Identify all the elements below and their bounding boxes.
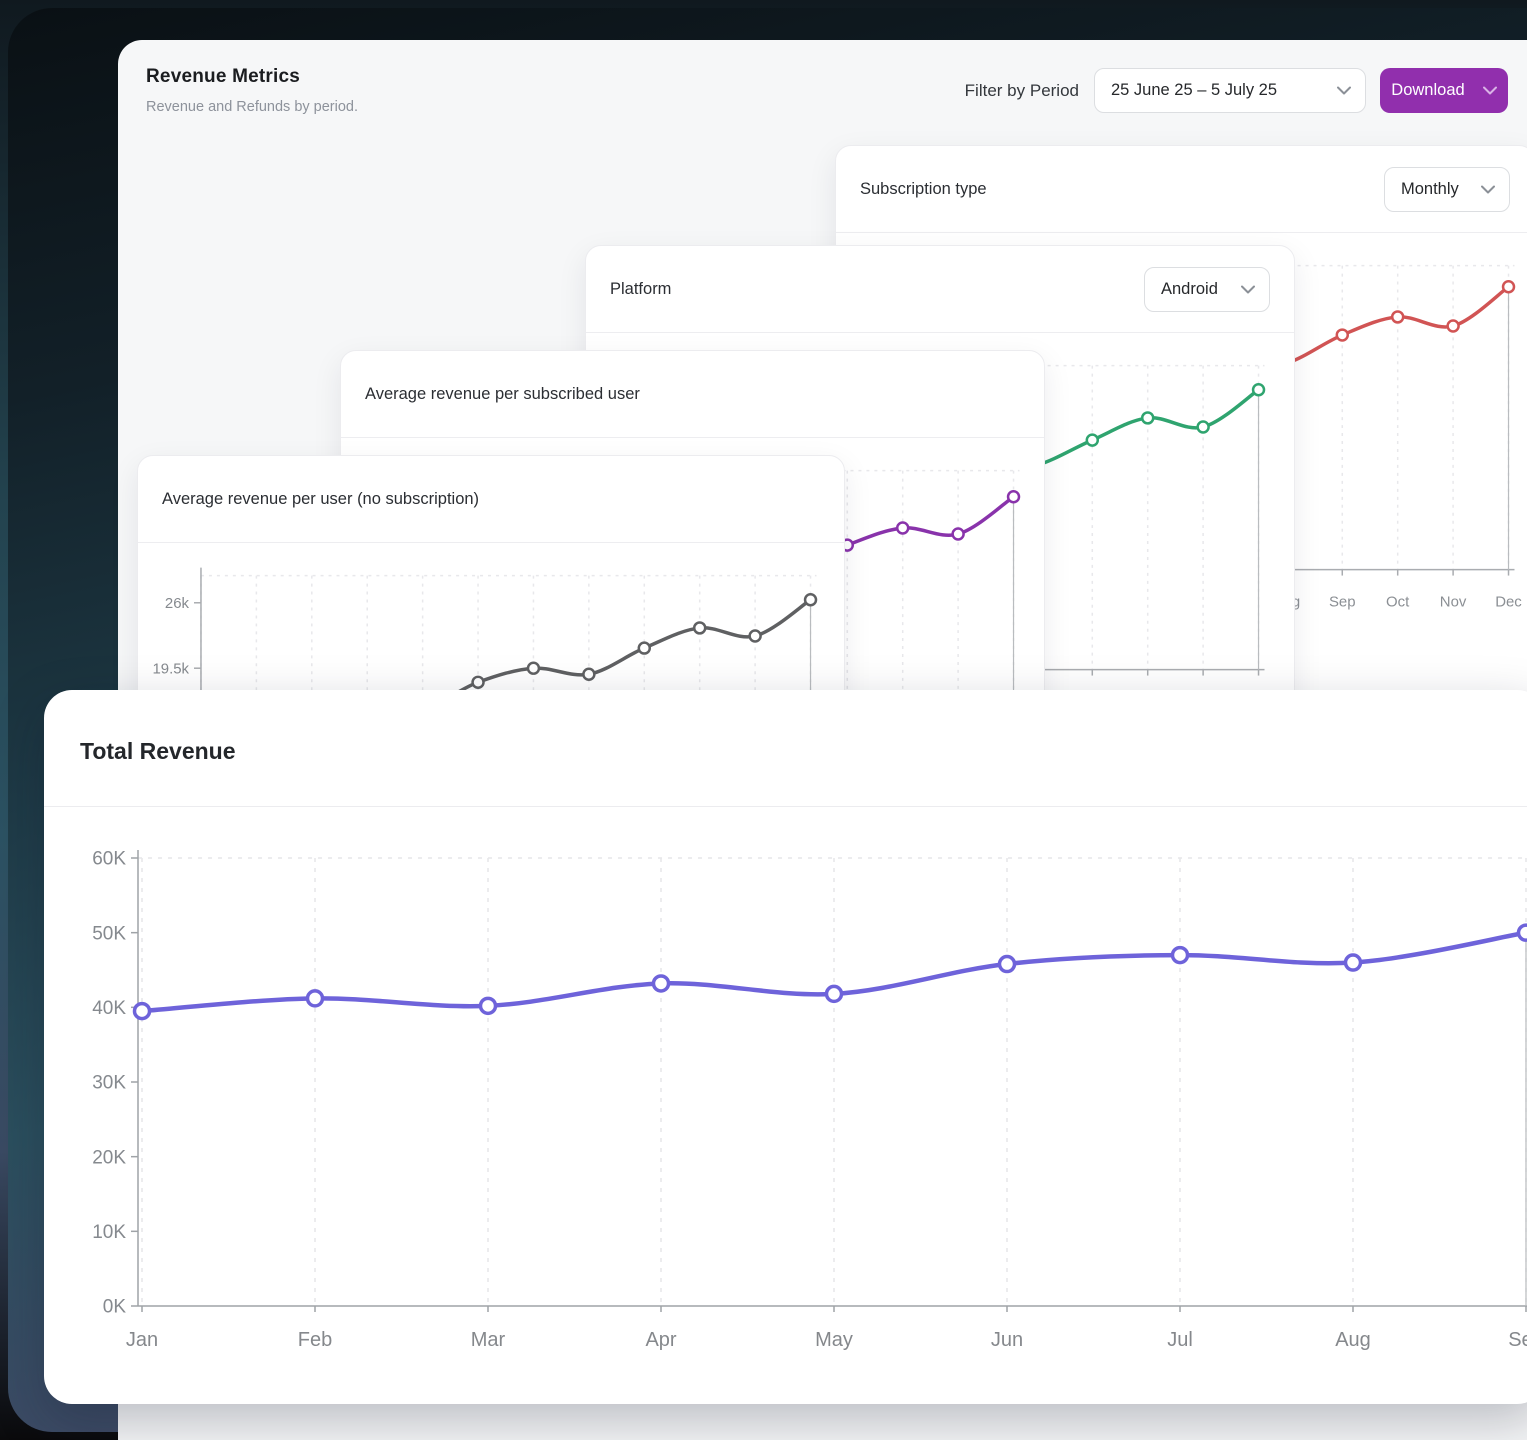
- chevron-down-icon: [1481, 185, 1495, 194]
- svg-text:Oct: Oct: [1386, 593, 1410, 610]
- svg-text:Apr: Apr: [645, 1329, 676, 1351]
- chevron-down-icon: [1483, 86, 1497, 95]
- subscription-type-select-value: Monthly: [1401, 180, 1459, 199]
- total-revenue-card: Total Revenue 0K10K20K30K40K50K60KJanFeb…: [44, 690, 1527, 1404]
- platform-panel-header: Platform Android: [586, 246, 1294, 333]
- svg-text:Jan: Jan: [126, 1329, 158, 1351]
- platform-title: Platform: [610, 280, 671, 299]
- page-title: Revenue Metrics: [146, 66, 300, 88]
- platform-select-value: Android: [1161, 280, 1218, 299]
- svg-text:50K: 50K: [92, 923, 126, 944]
- download-button-label: Download: [1391, 81, 1464, 100]
- svg-text:Jul: Jul: [1167, 1329, 1193, 1351]
- page-subtitle: Revenue and Refunds by period.: [146, 99, 358, 115]
- revenue-metrics-header: Revenue Metrics Revenue and Refunds by p…: [118, 40, 1527, 150]
- platform-select[interactable]: Android: [1144, 267, 1270, 312]
- subscription-type-panel-header: Subscription type Monthly: [836, 146, 1527, 233]
- svg-text:26k: 26k: [165, 595, 190, 612]
- download-button[interactable]: Download: [1380, 68, 1508, 113]
- svg-text:Dec: Dec: [1495, 593, 1522, 610]
- chevron-down-icon: [1241, 285, 1255, 294]
- svg-text:Jun: Jun: [991, 1329, 1023, 1351]
- avg-revenue-subscribed-title: Average revenue per subscribed user: [365, 385, 640, 404]
- svg-text:Mar: Mar: [471, 1329, 506, 1351]
- avg-revenue-subscribed-panel-header: Average revenue per subscribed user: [341, 351, 1044, 438]
- chevron-down-icon: [1337, 86, 1351, 95]
- period-select-value: 25 June 25 – 5 July 25: [1111, 81, 1277, 100]
- svg-text:19.5k: 19.5k: [152, 660, 189, 677]
- svg-text:Nov: Nov: [1440, 593, 1467, 610]
- svg-text:Aug: Aug: [1335, 1329, 1371, 1351]
- svg-text:Sep: Sep: [1508, 1329, 1527, 1351]
- header-controls: Filter by Period 25 June 25 – 5 July 25 …: [965, 68, 1508, 113]
- period-select[interactable]: 25 June 25 – 5 July 25: [1094, 68, 1366, 113]
- svg-text:30K: 30K: [92, 1073, 126, 1094]
- svg-text:60K: 60K: [92, 849, 126, 870]
- subscription-type-title: Subscription type: [860, 180, 987, 199]
- svg-text:Sep: Sep: [1329, 593, 1356, 610]
- avg-revenue-no-sub-title: Average revenue per user (no subscriptio…: [162, 490, 479, 509]
- svg-text:May: May: [815, 1329, 853, 1351]
- total-revenue-chart: 0K 10K 20K 30K 40K 50K 60K Jan Feb Mar Apr May Jun Ju…: [44, 690, 1527, 1404]
- svg-text:10K: 10K: [92, 1222, 126, 1243]
- filter-by-period-label: Filter by Period: [965, 81, 1079, 101]
- svg-text:40K: 40K: [92, 998, 126, 1019]
- svg-text:20K: 20K: [92, 1147, 126, 1168]
- svg-text:Feb: Feb: [298, 1329, 332, 1351]
- subscription-type-select[interactable]: Monthly: [1384, 167, 1510, 212]
- svg-text:0K: 0K: [103, 1297, 127, 1318]
- avg-revenue-no-sub-panel-header: Average revenue per user (no subscriptio…: [138, 456, 844, 543]
